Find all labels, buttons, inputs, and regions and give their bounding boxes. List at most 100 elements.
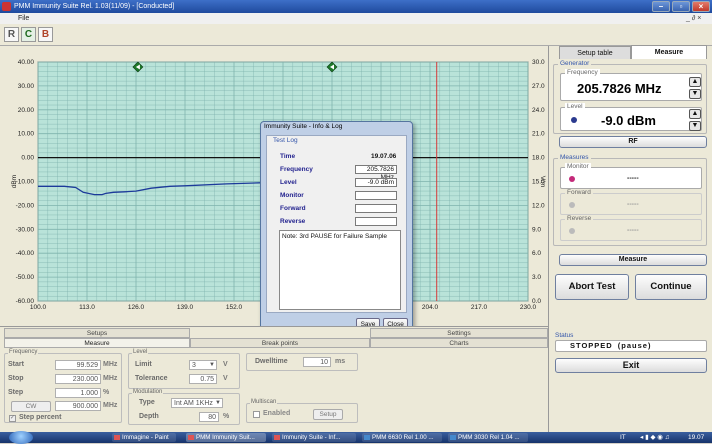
frequency-label: Frequency	[565, 69, 600, 76]
y-tick-label-left: 40.00	[18, 59, 35, 66]
stop-label: Stop	[8, 375, 24, 382]
enabled-checkbox[interactable]	[253, 411, 260, 418]
depth-unit: %	[223, 413, 230, 420]
measures-group: Measures Monitor ----- Forward ----- Rev…	[553, 154, 707, 246]
exit-button[interactable]: Exit	[555, 358, 707, 373]
mdi-controls[interactable]: _ ∂ ×	[686, 13, 701, 24]
y-tick-label-left: -40.00	[16, 250, 35, 257]
tab-break-points[interactable]: Break points	[190, 338, 370, 348]
level-field: -9.0 dBm	[355, 178, 397, 187]
type-select[interactable]: Int AM 1KHz ▼	[171, 398, 223, 408]
dialog-title: Immunity Suite - Info & Log	[264, 123, 343, 130]
info-log-dialog: Immunity Suite - Info & Log Test Log Tim…	[260, 121, 413, 334]
start-unit: MHz	[103, 361, 118, 368]
x-tick-label: 139.0	[177, 304, 194, 311]
maximize-button[interactable]: ▫	[672, 1, 690, 12]
frequency-box: Frequency 205.7826 MHz ▲ ▼	[560, 69, 702, 101]
app-icon	[188, 435, 194, 440]
step-percent-label: Step percent	[19, 414, 62, 421]
minimize-button[interactable]: –	[652, 1, 670, 12]
start-button[interactable]	[9, 431, 33, 444]
tolerance-input[interactable]: 0.75	[189, 374, 217, 384]
y-tick-label-right: 18.0	[532, 155, 545, 162]
abort-test-button[interactable]: Abort Test	[555, 274, 629, 300]
test-log-label: Test Log	[273, 137, 298, 144]
close-button[interactable]: ×	[692, 1, 710, 12]
status-label: Status	[555, 332, 574, 339]
dwelltime-label: Dwelltime	[255, 358, 288, 365]
monitor-indicator-icon	[569, 176, 575, 182]
toolbar-bci-button[interactable]: B	[38, 27, 53, 42]
monitor-label: Monitor	[565, 163, 591, 170]
monitor-label: Monitor	[280, 192, 304, 199]
monitor-field	[355, 191, 397, 200]
limit-select[interactable]: 3 ▼	[189, 360, 217, 370]
app-icon	[2, 2, 11, 11]
measure-button[interactable]: Measure	[559, 254, 707, 266]
y-tick-label-right: 9.0	[532, 226, 541, 233]
tab-measure-bottom[interactable]: Measure	[4, 338, 190, 348]
up-icon[interactable]: ▲	[689, 109, 701, 119]
toolbar-conducted-button[interactable]: C	[21, 27, 36, 42]
language-indicator[interactable]: IT	[620, 432, 626, 443]
level-group-label: Level	[132, 349, 149, 355]
tab-setups[interactable]: Setups	[4, 328, 190, 338]
modulation-group-label: Modulation	[132, 389, 164, 395]
rf-button[interactable]: RF	[559, 136, 707, 148]
down-icon[interactable]: ▼	[689, 89, 701, 99]
stop-input[interactable]: 230.000	[55, 374, 101, 384]
test-log-group: Test Log Time 19.07.06 Frequency 205.782…	[266, 135, 407, 313]
multiscan-setup-button[interactable]: Setup	[313, 409, 343, 420]
step-input[interactable]: 1.000	[55, 388, 101, 398]
frequency-group-label: Frequency	[8, 349, 39, 355]
menu-file[interactable]: File	[18, 15, 29, 22]
tab-settings[interactable]: Settings	[370, 328, 548, 338]
y-tick-label-left: 30.00	[18, 83, 35, 90]
y-tick-label-right: 24.0	[532, 107, 545, 114]
x-tick-label: 217.0	[471, 304, 488, 311]
task-label: PMM Immunity Suit...	[196, 434, 255, 441]
limit-value: 3	[192, 362, 196, 369]
toolbar-radiated-button[interactable]: R	[4, 27, 19, 42]
cw-input[interactable]: 900.000	[55, 401, 101, 411]
level-spinner[interactable]: ▲ ▼	[689, 109, 701, 131]
depth-input[interactable]: 80	[199, 412, 219, 422]
step-percent-checkbox[interactable]: ✓	[9, 415, 16, 422]
task-info-log[interactable]: Immunity Suite - Inf...	[272, 433, 356, 442]
limit-label: Limit	[135, 361, 152, 368]
toolbar: R C B	[0, 24, 712, 46]
type-label: Type	[139, 399, 155, 406]
cw-button[interactable]: CW	[11, 401, 51, 412]
tolerance-unit: V	[223, 375, 228, 382]
continue-button[interactable]: Continue	[635, 274, 707, 300]
note-textarea[interactable]: Note: 3rd PAUSE for Failure Sample	[279, 230, 401, 310]
frequency-settings-group: Frequency Start 99.529 MHz Stop 230.000 …	[4, 349, 122, 423]
up-icon[interactable]: ▲	[689, 77, 701, 87]
y-axis-label-left: dBm	[11, 175, 18, 188]
limit-unit: V	[223, 361, 228, 368]
y-tick-label-left: -30.00	[16, 226, 35, 233]
monitor-value: -----	[627, 175, 639, 182]
right-panel: Setup table Measure Generator Frequency …	[548, 45, 712, 432]
dwelltime-unit: ms	[335, 358, 346, 365]
frequency-spinner[interactable]: ▲ ▼	[689, 77, 701, 99]
y-tick-label-right: 3.0	[532, 274, 541, 281]
dwelltime-group: Dwelltime 10 ms	[246, 353, 358, 371]
level-settings-group: Level Limit 3 ▼ V Tolerance 0.75 V	[128, 349, 240, 389]
reverse-box: Reverse -----	[560, 215, 702, 241]
tab-measure[interactable]: Measure	[631, 45, 707, 59]
start-input[interactable]: 99.529	[55, 360, 101, 370]
bottom-panel: Setups Settings Measure Break points Cha…	[0, 326, 548, 432]
dwelltime-input[interactable]: 10	[303, 357, 331, 367]
level-label: Level	[280, 179, 297, 186]
tab-setup-table[interactable]: Setup table	[559, 46, 631, 59]
task-pmm-3030[interactable]: PMM 3030 Rel 1.04 ...	[448, 433, 528, 442]
task-paint[interactable]: Immagine - Paint	[112, 433, 176, 442]
tab-charts[interactable]: Charts	[370, 338, 548, 348]
task-immunity-suite[interactable]: PMM Immunity Suit...	[186, 433, 266, 442]
x-tick-label: 152.0	[226, 304, 243, 311]
y-tick-label-left: -50.00	[16, 274, 35, 281]
task-pmm-6630[interactable]: PMM 6630 Rel 1.00 ...	[362, 433, 442, 442]
y-tick-label-right: 12.0	[532, 202, 545, 209]
down-icon[interactable]: ▼	[689, 121, 701, 131]
